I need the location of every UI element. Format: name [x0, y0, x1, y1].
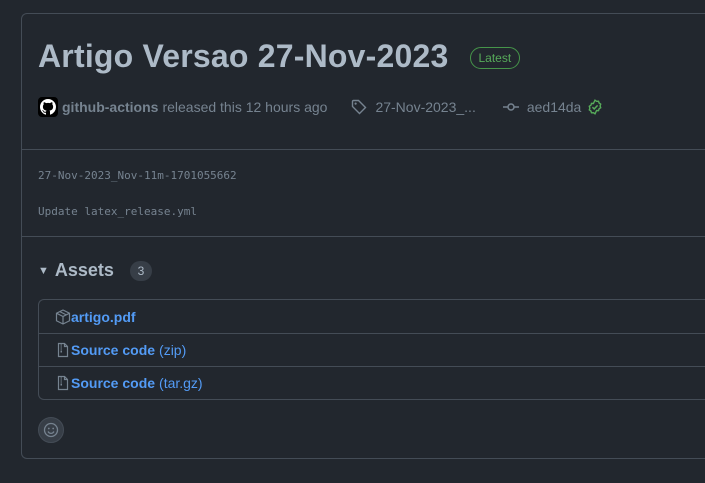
file-zip-icon — [57, 342, 69, 358]
add-reaction-button[interactable] — [38, 417, 64, 443]
asset-row[interactable]: Source code (tar.gz) — [39, 366, 705, 399]
header-divider — [22, 149, 705, 150]
release-meta: github-actions released this 12 hours ag… — [38, 97, 611, 117]
released-time: released this 12 hours ago — [162, 99, 328, 115]
tag-icon — [352, 99, 367, 115]
asset-name[interactable]: artigo.pdf — [71, 309, 136, 325]
tag-link[interactable]: 27-Nov-2023_... — [351, 99, 476, 115]
commit-sha: aed14da — [526, 99, 582, 115]
release-body-line: Update latex_release.yml — [38, 205, 197, 218]
tag-name: 27-Nov-2023_... — [375, 99, 476, 115]
git-commit-icon — [502, 103, 519, 111]
asset-name[interactable]: Source code — [71, 375, 155, 391]
release-header: Artigo Versao 27-Nov-2023 Latest — [38, 38, 521, 75]
asset-ext[interactable]: (tar.gz) — [159, 375, 203, 391]
assets-count: 3 — [129, 260, 152, 281]
github-actions-avatar[interactable] — [38, 97, 58, 117]
asset-list: artigo.pdf Source code (zip) Source code… — [38, 299, 705, 400]
github-logo-icon — [40, 99, 56, 115]
release-card: Artigo Versao 27-Nov-2023 Latest github-… — [21, 13, 705, 459]
verified-check-icon[interactable] — [587, 99, 611, 115]
latest-badge: Latest — [469, 46, 521, 69]
asset-row[interactable]: artigo.pdf — [39, 300, 705, 333]
asset-row[interactable]: Source code (zip) — [39, 333, 705, 366]
release-title[interactable]: Artigo Versao 27-Nov-2023 — [38, 38, 449, 75]
release-body-line: 27-Nov-2023_Nov-11m-1701055662 — [38, 169, 237, 182]
smiley-icon — [43, 422, 59, 438]
body-divider — [22, 236, 705, 237]
asset-ext[interactable]: (zip) — [159, 342, 186, 358]
package-icon — [55, 308, 71, 325]
asset-name[interactable]: Source code — [71, 342, 155, 358]
assets-toggle[interactable]: ▼ Assets 3 — [38, 260, 152, 281]
file-zip-icon — [57, 375, 69, 391]
commit-link[interactable]: aed14da — [502, 99, 612, 115]
assets-title: Assets — [54, 260, 114, 280]
author-link[interactable]: github-actions — [62, 99, 158, 115]
caret-down-icon: ▼ — [38, 264, 49, 277]
